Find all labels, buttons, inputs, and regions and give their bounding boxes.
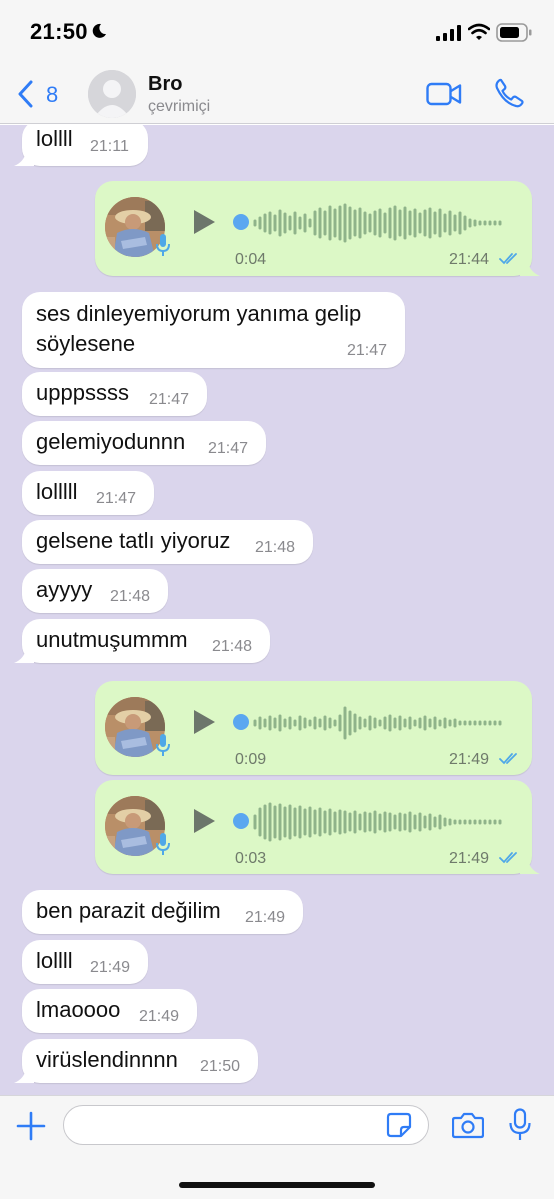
composer-bar: [0, 1095, 554, 1199]
voice-duration: 0:04: [235, 251, 267, 268]
message-time: 21:47: [208, 440, 249, 457]
read-receipt-icon: [499, 252, 521, 266]
message-time: 21:50: [200, 1058, 241, 1075]
message-incoming[interactable]: ses dinleyemiyorum yanıma gelip söylesen…: [22, 292, 405, 368]
status-bar: 21:50: [0, 0, 554, 64]
message-time: 21:49: [90, 959, 131, 976]
moon-icon: [92, 23, 106, 38]
waveform[interactable]: [253, 800, 513, 844]
message-time: 21:48: [255, 539, 296, 556]
mic-icon: [155, 233, 171, 257]
waveform[interactable]: [253, 701, 513, 745]
contact-name[interactable]: Bro: [148, 73, 182, 96]
message-text: gelsene tatlı yiyoruz: [36, 528, 231, 553]
message-time: 21:49: [139, 1008, 180, 1025]
read-receipt-icon: [499, 851, 521, 865]
bubble-tail: [520, 258, 540, 276]
cellular-signal-icon: [436, 25, 461, 41]
message-incoming[interactable]: lolllll 21:47: [22, 471, 154, 515]
bubble-tail: [520, 856, 540, 874]
message-text: ben parazit değilim: [36, 898, 221, 923]
status-time: 21:50: [30, 19, 88, 44]
unread-count: 8: [46, 82, 59, 107]
message-text: gelemiyodunnn: [36, 429, 186, 454]
playback-scrubber[interactable]: [233, 214, 249, 230]
message-time: 21:47: [149, 391, 190, 408]
message-incoming[interactable]: lmaoooo 21:49: [22, 989, 197, 1033]
message-time: 21:49: [245, 909, 286, 926]
message-text: lollll: [36, 948, 73, 973]
message-input[interactable]: [63, 1105, 429, 1145]
voice-message[interactable]: 0:04 21:44: [95, 181, 532, 276]
message-time: 21:49: [449, 751, 490, 768]
person-icon: [88, 70, 136, 118]
message-time: 21:11: [90, 138, 129, 155]
message-time: 21:44: [449, 251, 490, 268]
bubble-tail: [14, 1065, 34, 1083]
play-icon[interactable]: [191, 808, 217, 834]
chat-header: 8 Bro çevrimiçi: [0, 64, 554, 124]
message-incoming[interactable]: lollll 21:49: [22, 940, 148, 984]
message-time: 21:47: [96, 490, 137, 507]
message-time: 21:47: [347, 342, 388, 359]
voice-message[interactable]: 0:09 21:49: [95, 681, 532, 775]
playback-scrubber[interactable]: [233, 714, 249, 730]
mic-icon: [155, 832, 171, 856]
playback-scrubber[interactable]: [233, 813, 249, 829]
message-text-line1: ses dinleyemiyorum yanıma gelip: [36, 301, 362, 326]
message-incoming[interactable]: ben parazit değilim 21:49: [22, 890, 303, 934]
message-text: lolllll: [36, 479, 78, 504]
message-text: virüslendinnnn: [36, 1047, 178, 1072]
video-call-icon[interactable]: [426, 81, 462, 107]
message-incoming[interactable]: virüslendinnnn 21:50: [22, 1039, 258, 1083]
message-time: 21:48: [110, 588, 151, 605]
contact-avatar[interactable]: [88, 70, 136, 118]
message-text: unutmuşummm: [36, 627, 188, 652]
mic-icon: [155, 733, 171, 757]
bubble-tail: [14, 148, 34, 166]
play-icon[interactable]: [191, 709, 217, 735]
message-incoming[interactable]: ayyyy 21:48: [22, 569, 168, 613]
waveform[interactable]: [253, 201, 513, 245]
contact-status: çevrimiçi: [148, 98, 211, 115]
voice-duration: 0:09: [235, 751, 267, 768]
voice-message[interactable]: 0:03 21:49: [95, 780, 532, 874]
message-text: upppssss: [36, 380, 129, 405]
message-incoming[interactable]: unutmuşummm 21:48: [22, 619, 270, 663]
message-text: lmaoooo: [36, 997, 121, 1022]
play-icon[interactable]: [191, 209, 217, 235]
battery-icon: [496, 23, 532, 42]
camera-icon[interactable]: [452, 1111, 484, 1139]
bubble-tail: [14, 645, 34, 663]
chat-area[interactable]: lollll 21:11 0:04 21:44 ses dinleyemiyor…: [0, 125, 554, 1095]
home-indicator: [179, 1182, 375, 1188]
voice-duration: 0:03: [235, 850, 267, 867]
plus-icon[interactable]: [16, 1111, 46, 1141]
chevron-left-icon: [18, 80, 33, 108]
phone-icon[interactable]: [494, 78, 524, 108]
message-text-line2: söylesene: [36, 331, 136, 356]
message-incoming[interactable]: lollll 21:11: [22, 125, 148, 166]
message-incoming[interactable]: gelsene tatlı yiyoruz 21:48: [22, 520, 313, 564]
message-time: 21:48: [212, 638, 253, 655]
message-incoming[interactable]: upppssss 21:47: [22, 372, 207, 416]
back-button[interactable]: 8: [14, 79, 64, 109]
microphone-icon[interactable]: [508, 1108, 532, 1142]
message-text: lollll: [36, 126, 73, 151]
read-receipt-icon: [499, 752, 521, 766]
sticker-icon[interactable]: [386, 1112, 412, 1138]
message-incoming[interactable]: gelemiyodunnn 21:47: [22, 421, 266, 465]
message-text: ayyyy: [36, 577, 93, 602]
wifi-icon: [468, 23, 490, 40]
message-time: 21:49: [449, 850, 490, 867]
